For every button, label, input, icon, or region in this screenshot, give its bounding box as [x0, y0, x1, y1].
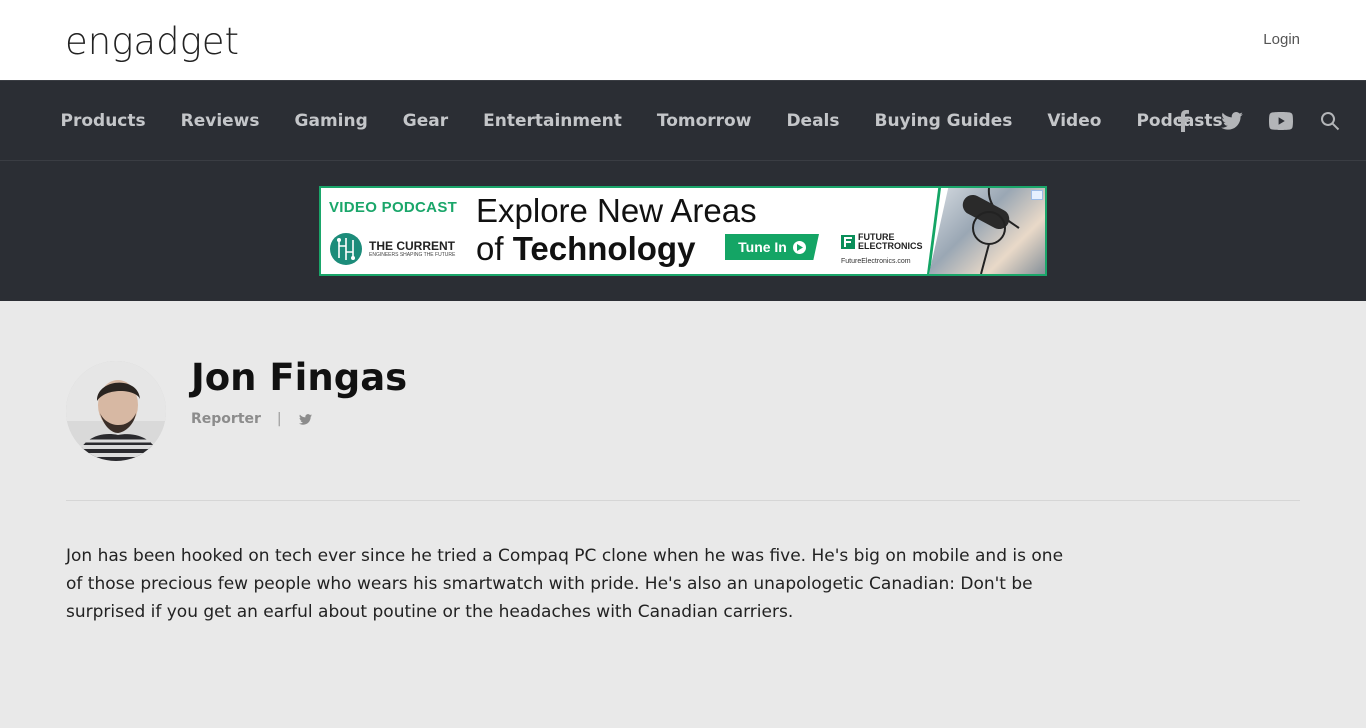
login-link[interactable]: Login [1263, 31, 1300, 48]
circuit-logo-icon [330, 233, 362, 265]
facebook-icon[interactable] [1170, 109, 1195, 134]
future-electronics-logo-icon [841, 235, 855, 249]
meta-separator: | [276, 411, 282, 427]
nav-item-deals[interactable]: Deals [769, 111, 857, 131]
author-name: Jon Fingas [191, 356, 408, 399]
twitter-icon[interactable] [1219, 109, 1244, 134]
nav-list: Products Reviews Gaming Gear Entertainme… [43, 81, 1240, 161]
nav-item-gear[interactable]: Gear [385, 111, 465, 131]
engadget-logo[interactable]: engadget [65, 22, 239, 62]
nav-item-gaming[interactable]: Gaming [277, 111, 385, 131]
nav-item-reviews[interactable]: Reviews [163, 111, 277, 131]
divider [66, 500, 1300, 501]
main-nav: Products Reviews Gaming Gear Entertainme… [0, 80, 1366, 161]
avatar [66, 361, 166, 461]
nav-item-buying-guides[interactable]: Buying Guides [857, 111, 1030, 131]
tune-in-label: Tune In [738, 239, 787, 255]
ad-band: VIDEO PODCAST THE CURRENT ENGINEERS SHAP… [0, 161, 1366, 301]
play-icon [792, 240, 806, 254]
ad-sponsor-url: FutureElectronics.com [841, 258, 911, 265]
ad-tag: VIDEO PODCAST [329, 199, 458, 216]
nav-item-entertainment[interactable]: Entertainment [466, 111, 640, 131]
banner-ad[interactable]: VIDEO PODCAST THE CURRENT ENGINEERS SHAP… [319, 186, 1047, 276]
adchoices-icon[interactable] [1031, 190, 1043, 200]
ad-sponsor-name: FUTURE ELECTRONICS [858, 232, 923, 251]
ad-sponsor: FUTURE ELECTRONICS FutureElectronics.com [841, 233, 928, 265]
nav-item-products[interactable]: Products [43, 111, 163, 131]
tune-in-button[interactable]: Tune In [725, 234, 819, 260]
nav-item-video[interactable]: Video [1030, 111, 1119, 131]
microphone-icon [962, 188, 1020, 274]
youtube-icon[interactable] [1268, 109, 1293, 134]
top-header: engadget Login [0, 0, 1366, 80]
author-bio: Jon has been hooked on tech ever since h… [66, 546, 1064, 622]
author-meta: Reporter | [191, 411, 312, 427]
ad-headline-2: of Technology [476, 230, 695, 268]
ad-brand-sub: ENGINEERS SHAPING THE FUTURE [369, 252, 456, 258]
ad-brand-name: THE CURRENT [369, 239, 455, 253]
ad-brand: THE CURRENT ENGINEERS SHAPING THE FUTURE [329, 232, 455, 266]
ad-headline-2-pre: of [476, 230, 504, 267]
author-twitter-icon[interactable] [298, 413, 312, 425]
ad-headline-1: Explore New Areas [476, 192, 757, 229]
nav-item-tomorrow[interactable]: Tomorrow [639, 111, 769, 131]
ad-headline-2-bold: Technology [512, 230, 696, 267]
search-icon[interactable] [1317, 109, 1342, 134]
microphone-photo [929, 188, 1045, 274]
author-role: Reporter [191, 411, 261, 427]
social-links [1170, 81, 1342, 161]
